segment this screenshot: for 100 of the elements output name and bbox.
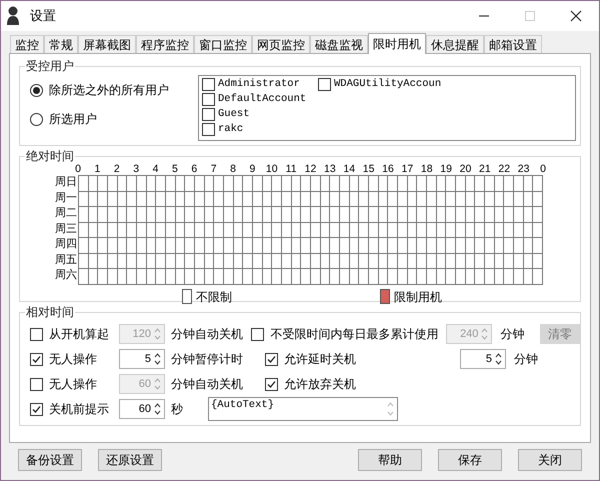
time-slot[interactable] [340, 254, 350, 269]
time-slot[interactable] [156, 238, 166, 254]
checkbox[interactable] [318, 78, 331, 91]
time-slot[interactable] [359, 176, 369, 192]
time-slot[interactable] [446, 176, 456, 192]
time-slot[interactable] [340, 269, 350, 284]
radio-button[interactable] [30, 84, 43, 96]
checkbox[interactable] [202, 108, 215, 121]
spin-arrows-icon[interactable] [153, 401, 162, 417]
time-slot[interactable] [272, 176, 282, 192]
time-slot[interactable] [98, 176, 108, 192]
checkbox[interactable] [202, 78, 215, 91]
time-slot[interactable] [369, 238, 379, 254]
time-slot[interactable] [301, 238, 311, 254]
time-slot[interactable] [137, 238, 147, 254]
dialog-button[interactable]: 关闭 [518, 449, 582, 471]
time-slot[interactable] [427, 207, 437, 222]
time-slot[interactable] [253, 222, 263, 238]
time-slot[interactable] [224, 254, 234, 269]
time-slot[interactable] [533, 192, 543, 207]
time-slot[interactable] [388, 269, 398, 284]
user-name[interactable]: WDAGUtilityAccoun [334, 76, 442, 92]
time-slot[interactable] [417, 254, 427, 269]
time-slot[interactable] [108, 222, 118, 238]
time-slot[interactable] [311, 192, 321, 207]
time-slot[interactable] [243, 254, 253, 269]
time-slot[interactable] [359, 269, 369, 284]
time-slot[interactable] [417, 176, 427, 192]
time-slot[interactable] [456, 222, 466, 238]
checkbox[interactable] [30, 352, 43, 366]
time-slot[interactable] [108, 238, 118, 254]
time-slot[interactable] [185, 254, 195, 269]
time-slot[interactable] [340, 238, 350, 254]
time-slot[interactable] [127, 176, 137, 192]
time-slot[interactable] [98, 192, 108, 207]
time-slot[interactable] [485, 269, 495, 284]
time-slot[interactable] [340, 176, 350, 192]
time-slot[interactable] [398, 176, 408, 192]
time-slot[interactable] [127, 207, 137, 222]
time-slot[interactable] [79, 238, 89, 254]
time-slot[interactable] [485, 254, 495, 269]
time-slot[interactable] [166, 269, 176, 284]
time-slot[interactable] [446, 192, 456, 207]
time-slot[interactable] [272, 254, 282, 269]
time-slot[interactable] [398, 207, 408, 222]
time-slot[interactable] [214, 254, 224, 269]
time-slot[interactable] [330, 192, 340, 207]
time-slot[interactable] [330, 254, 340, 269]
time-slot[interactable] [79, 207, 89, 222]
time-slot[interactable] [195, 207, 205, 222]
time-slot[interactable] [398, 254, 408, 269]
time-slot[interactable] [195, 192, 205, 207]
time-slot[interactable] [282, 238, 292, 254]
time-slot[interactable] [185, 192, 195, 207]
time-slot[interactable] [166, 238, 176, 254]
tab[interactable]: 网页监控 [252, 35, 310, 53]
time-slot[interactable] [311, 254, 321, 269]
time-slot[interactable] [504, 176, 514, 192]
user-name[interactable]: DefaultAccount [218, 92, 306, 108]
time-slot[interactable] [272, 238, 282, 254]
time-slot[interactable] [456, 238, 466, 254]
time-slot[interactable] [427, 254, 437, 269]
time-slot[interactable] [533, 238, 543, 254]
time-slot[interactable] [475, 269, 485, 284]
time-slot[interactable] [214, 269, 224, 284]
time-slot[interactable] [533, 222, 543, 238]
time-slot[interactable] [311, 269, 321, 284]
time-slot[interactable] [427, 192, 437, 207]
time-slot[interactable] [156, 192, 166, 207]
time-slot[interactable] [195, 254, 205, 269]
time-slot[interactable] [369, 176, 379, 192]
time-slot[interactable] [359, 222, 369, 238]
time-slot[interactable] [108, 207, 118, 222]
time-slot[interactable] [301, 192, 311, 207]
time-slot[interactable] [214, 222, 224, 238]
time-slot[interactable] [195, 222, 205, 238]
time-slot[interactable] [504, 207, 514, 222]
time-slot[interactable] [253, 254, 263, 269]
time-slot[interactable] [185, 238, 195, 254]
time-slot[interactable] [108, 192, 118, 207]
tab[interactable]: 限时用机 [368, 33, 426, 54]
time-slot[interactable] [485, 207, 495, 222]
checkbox[interactable] [265, 378, 278, 390]
time-slot[interactable] [253, 238, 263, 254]
time-slot[interactable] [388, 207, 398, 222]
time-slot[interactable] [253, 207, 263, 222]
time-slot[interactable] [311, 222, 321, 238]
time-slot[interactable] [108, 176, 118, 192]
time-slot[interactable] [359, 254, 369, 269]
time-slot[interactable] [475, 192, 485, 207]
time-slot[interactable] [79, 176, 89, 192]
time-slot[interactable] [243, 238, 253, 254]
time-slot[interactable] [166, 207, 176, 222]
time-slot[interactable] [224, 176, 234, 192]
time-slot[interactable] [514, 176, 524, 192]
time-slot[interactable] [156, 254, 166, 269]
time-slot[interactable] [185, 269, 195, 284]
time-slot[interactable] [417, 207, 427, 222]
time-slot[interactable] [214, 207, 224, 222]
time-slot[interactable] [330, 207, 340, 222]
